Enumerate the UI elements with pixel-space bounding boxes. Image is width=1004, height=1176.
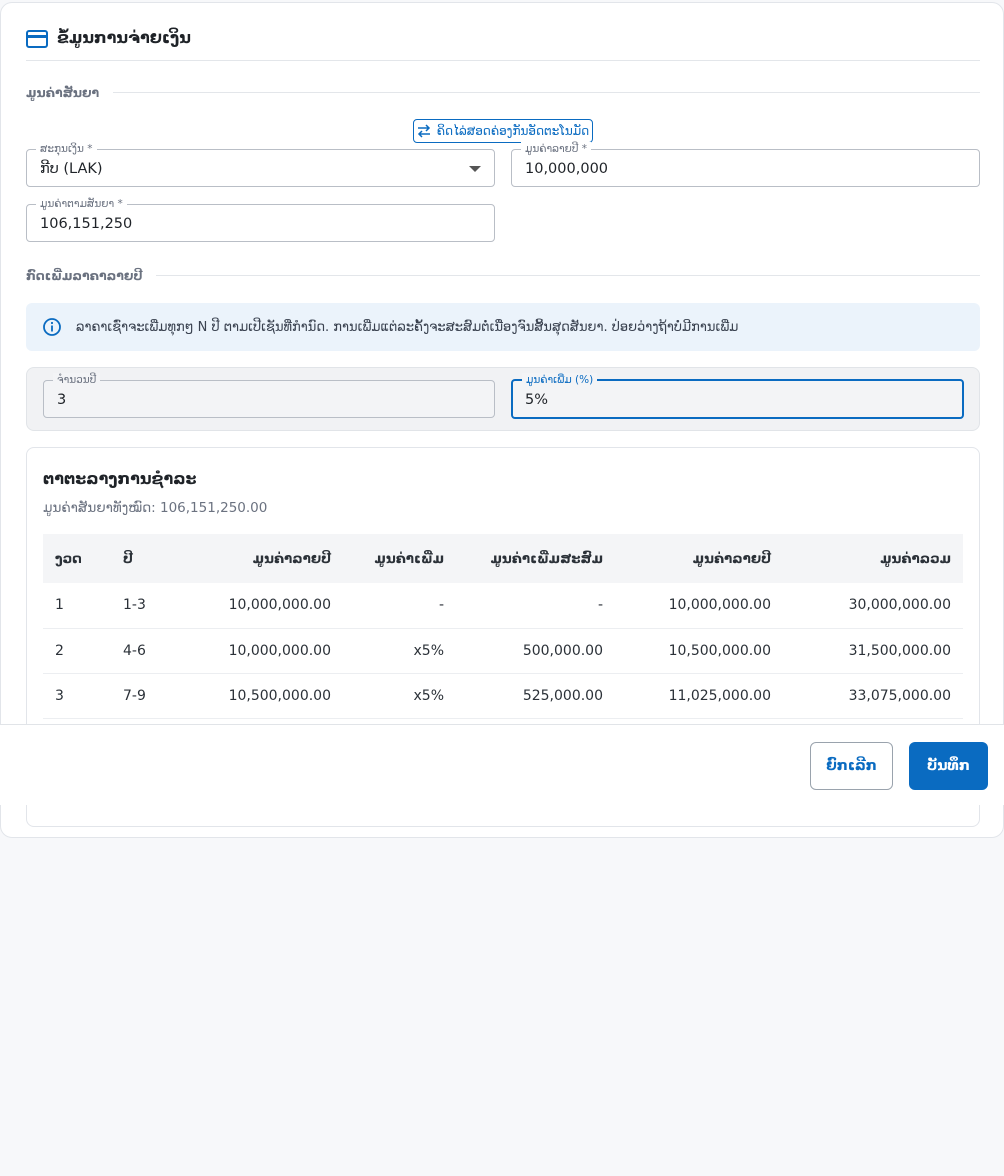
credit-card-icon xyxy=(26,30,48,48)
column-header: ມູນຄ່າລາຍປີ xyxy=(692,550,771,567)
annual-value: 10,000,000 xyxy=(525,161,609,177)
cancel-button[interactable]: ຍົກເລີກ xyxy=(810,742,893,790)
table-cell: 30,000,000.00 xyxy=(848,597,951,614)
table-header-row: ງວດ ປີ ມູນຄ່າລາຍປີ ມູນຄ່າເພີ່ມ ມູນຄ່າເພີ… xyxy=(43,534,963,583)
column-header: ມູນຄ່າລວມ xyxy=(880,550,951,567)
table-cell: 500,000.00 xyxy=(522,642,603,659)
card-header: ຂໍ້ມູນການຈ່າຍເງິນ xyxy=(26,27,980,61)
toggle-button-label: ຄິດໄລ່ສອດຄ່ອງກັນອັດຕະໂນມັດ xyxy=(436,124,590,138)
table-cell: - xyxy=(438,597,444,614)
divider xyxy=(113,92,980,93)
dropdown-arrow-icon xyxy=(469,166,481,172)
auto-sync-toggle-button[interactable]: ຄິດໄລ່ສອດຄ່ອງກັນອັດຕະໂນມັດ xyxy=(413,119,593,143)
save-button[interactable]: ບັນທຶກ xyxy=(909,742,988,790)
table-cell: 11,025,000.00 xyxy=(668,687,771,704)
column-header: ມູນຄ່າເພີ່ມ xyxy=(374,550,444,567)
annual-value-field[interactable]: ມູນຄ່າລາຍປີ * 10,000,000 xyxy=(511,142,980,187)
table-cell: 10,500,000.00 xyxy=(228,687,331,704)
table-cell: 33,075,000.00 xyxy=(848,687,951,704)
payment-info-card: ຂໍ້ມູນການຈ່າຍເງິນ ມູນຄ່າສັນຍາ ຄິດໄລ່ສອດຄ… xyxy=(0,2,1004,838)
currency-value: ກີບ (LAK) xyxy=(40,161,103,177)
table-cell: x5% xyxy=(413,642,445,659)
increase-value: 5% xyxy=(525,392,549,408)
info-alert: ລາຄາເຊົ່າຈະເພີ່ມທຸກໆ N ປີ ຕາມເປີເຊັນທີ່ກ… xyxy=(26,303,980,351)
section-contract-value: ມູນຄ່າສັນຍາ xyxy=(26,85,980,100)
table-cell: 525,000.00 xyxy=(522,687,603,704)
escalation-inputs: ຈຳນວນປີ 3 ມູນຄ່າເພີ່ມ (%) 5% xyxy=(26,367,980,431)
section-label: ກົດເພີ່ມລາຄາລາຍປີ xyxy=(26,268,143,283)
table-cell: 31,500,000.00 xyxy=(848,642,951,659)
table-cell: 10,000,000.00 xyxy=(228,642,331,659)
table-cell: 3 xyxy=(55,687,64,704)
table-cell: 2 xyxy=(55,642,64,659)
currency-label: ສະກຸນເງິນ * xyxy=(36,142,97,156)
schedule-title: ຕາຕະລາງການຊຳລະ xyxy=(43,469,197,488)
info-icon xyxy=(43,318,61,336)
table-cell: 1 xyxy=(55,597,64,614)
column-header: ມູນຄ່າລາຍປີ xyxy=(252,550,331,567)
annual-value-label: ມູນຄ່າລາຍປີ * xyxy=(521,142,592,156)
table-row: 1 1-3 10,000,000.00 - - 10,000,000.00 30… xyxy=(43,583,963,628)
table-cell: x5% xyxy=(413,687,445,704)
column-header: ປີ xyxy=(123,550,133,567)
action-footer: ຍົກເລີກ ບັນທຶກ xyxy=(0,724,1004,805)
card-title: ຂໍ້ມູນການຈ່າຍເງິນ xyxy=(57,28,191,47)
info-text: ລາຄາເຊົ່າຈະເພີ່ມທຸກໆ N ປີ ຕາມເປີເຊັນທີ່ກ… xyxy=(76,319,739,335)
table-cell: 4-6 xyxy=(123,642,146,659)
contract-value: 106,151,250 xyxy=(40,216,133,232)
contract-value-label: ມູນຄ່າຕາມສັນຍາ * xyxy=(36,197,127,211)
increase-percent-field[interactable]: ມູນຄ່າເພີ່ມ (%) 5% xyxy=(511,373,964,419)
table-cell: 10,000,000.00 xyxy=(668,597,771,614)
table-cell: 10,500,000.00 xyxy=(668,642,771,659)
increase-label: ມູນຄ່າເພີ່ມ (%) xyxy=(522,373,598,387)
years-value: 3 xyxy=(57,392,67,408)
years-field[interactable]: ຈຳນວນປີ 3 xyxy=(43,373,495,418)
column-header: ມູນຄ່າເພີ່ມສະສົມ xyxy=(490,550,603,567)
table-row: 2 4-6 10,000,000.00 x5% 500,000.00 10,50… xyxy=(43,628,963,673)
swap-arrows-icon xyxy=(417,124,430,138)
divider xyxy=(156,275,980,276)
section-label: ມູນຄ່າສັນຍາ xyxy=(26,85,100,100)
section-escalation: ກົດເພີ່ມລາຄາລາຍປີ xyxy=(26,268,980,283)
years-label: ຈຳນວນປີ xyxy=(53,373,101,387)
contract-value-field[interactable]: ມູນຄ່າຕາມສັນຍາ * 106,151,250 xyxy=(26,197,495,242)
table-cell: 7-9 xyxy=(123,687,146,704)
table-cell: - xyxy=(597,597,603,614)
table-cell: 10,000,000.00 xyxy=(228,597,331,614)
table-cell: 1-3 xyxy=(123,597,146,614)
currency-select[interactable]: ສະກຸນເງິນ * ກີບ (LAK) xyxy=(26,142,495,187)
table-row: 3 7-9 10,500,000.00 x5% 525,000.00 11,02… xyxy=(43,673,963,718)
column-header: ງວດ xyxy=(55,550,82,567)
schedule-table: ງວດ ປີ ມູນຄ່າລາຍປີ ມູນຄ່າເພີ່ມ ມູນຄ່າເພີ… xyxy=(43,534,963,719)
schedule-subtitle: ມູນຄ່າສັນຍາທັງໝົດ: 106,151,250.00 xyxy=(43,500,268,516)
